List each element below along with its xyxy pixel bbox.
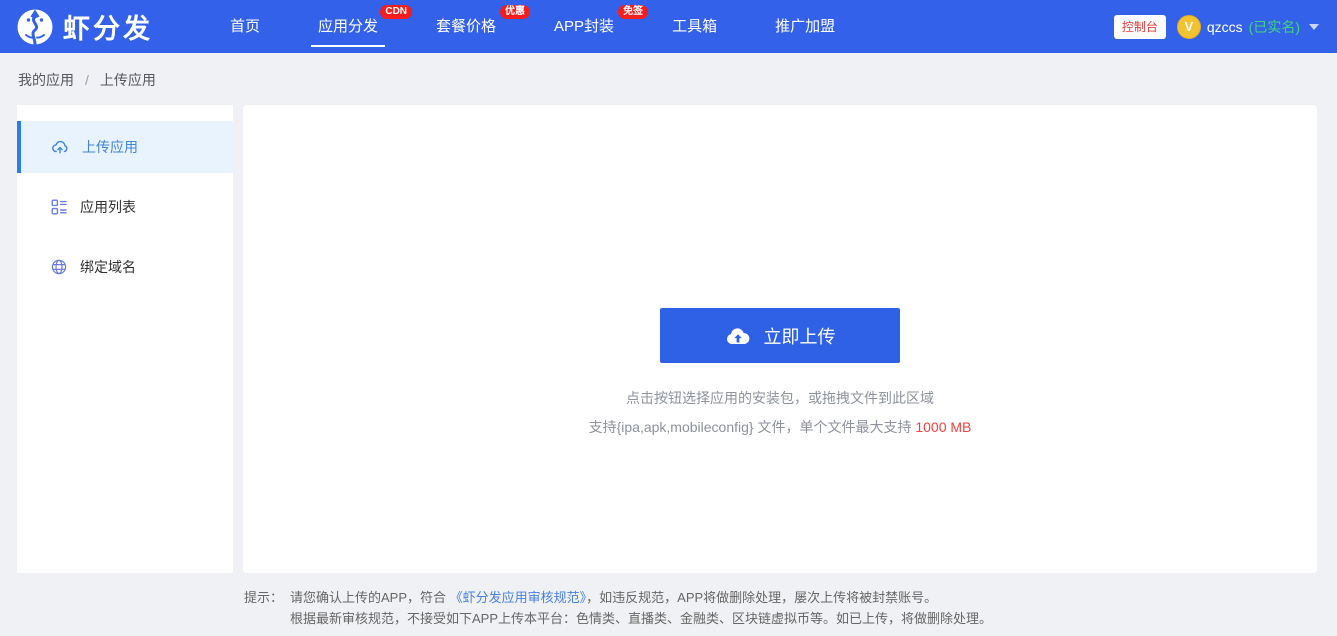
header-right: 控制台 V qzccs (已实名) xyxy=(1114,15,1319,39)
chevron-down-icon xyxy=(1309,24,1319,30)
notice-line2: 根据最新审核规范，不接受如下APP上传本平台：色情类、直播类、金融类、区块链虚拟… xyxy=(290,608,992,629)
breadcrumb-upload-app: 上传应用 xyxy=(100,70,156,90)
globe-icon xyxy=(51,259,67,275)
sidebar: 上传应用 应用列表 绑定域名 xyxy=(17,105,233,573)
shrimp-logo-icon xyxy=(16,8,54,46)
top-navbar: 虾分发 首页 应用分发 CDN 套餐价格 优惠 APP封装 免签 工具箱 推广加… xyxy=(0,0,1337,53)
sidebar-item-label: 应用列表 xyxy=(80,197,136,217)
sidebar-item-app-list[interactable]: 应用列表 xyxy=(17,181,233,233)
console-button[interactable]: 控制台 xyxy=(1114,15,1166,39)
no-sign-badge: 免签 xyxy=(618,5,648,19)
discount-badge: 优惠 xyxy=(500,5,530,19)
upload-dropzone[interactable]: 立即上传 点击按钮选择应用的安装包，或拖拽文件到此区域 支持{ipa,apk,m… xyxy=(243,105,1317,573)
breadcrumb-separator: / xyxy=(85,72,89,88)
username: qzccs xyxy=(1207,19,1243,35)
sidebar-item-bind-domain[interactable]: 绑定域名 xyxy=(17,241,233,293)
user-menu[interactable]: V qzccs (已实名) xyxy=(1177,15,1319,39)
content-area: 上传应用 应用列表 绑定域名 xyxy=(17,105,1317,573)
cloud-upload-solid-icon xyxy=(725,326,751,346)
sidebar-item-label: 上传应用 xyxy=(82,137,138,157)
breadcrumb-my-apps[interactable]: 我的应用 xyxy=(18,70,74,90)
nav-item-app-packaging[interactable]: APP封装 免签 xyxy=(554,0,614,53)
nav-item-toolbox[interactable]: 工具箱 xyxy=(672,0,717,53)
upload-now-button[interactable]: 立即上传 xyxy=(660,308,900,363)
upload-hint-line2: 支持{ipa,apk,mobileconfig} 文件，单个文件最大支持 100… xyxy=(589,417,972,437)
nav-item-home[interactable]: 首页 xyxy=(230,0,260,53)
notice-label: 提示： xyxy=(244,587,283,629)
verified-status: (已实名) xyxy=(1249,17,1300,37)
upload-hint-line1: 点击按钮选择应用的安装包，或拖拽文件到此区域 xyxy=(626,388,934,408)
app-logo[interactable]: 虾分发 xyxy=(16,7,153,46)
nav-item-pricing[interactable]: 套餐价格 优惠 xyxy=(436,0,496,53)
upload-now-label: 立即上传 xyxy=(764,323,836,349)
footer-notice: 提示： 请您确认上传的APP，符合 《虾分发应用审核规范》，如违反规范，APP将… xyxy=(244,587,1337,629)
nav-item-app-distribution[interactable]: 应用分发 CDN xyxy=(318,0,378,53)
breadcrumb: 我的应用 / 上传应用 xyxy=(0,53,1337,105)
sidebar-item-label: 绑定域名 xyxy=(80,257,136,277)
notice-body: 请您确认上传的APP，符合 《虾分发应用审核规范》，如违反规范，APP将做删除处… xyxy=(290,587,992,629)
logo-text: 虾分发 xyxy=(63,7,153,46)
nav-item-promotion[interactable]: 推广加盟 xyxy=(775,0,835,53)
max-size-value: 1000 MB xyxy=(915,419,971,435)
notice-line1: 请您确认上传的APP，符合 《虾分发应用审核规范》，如违反规范，APP将做删除处… xyxy=(290,587,992,608)
review-rules-link[interactable]: 《虾分发应用审核规范》 xyxy=(450,590,587,605)
avatar: V xyxy=(1177,15,1201,39)
main-nav: 首页 应用分发 CDN 套餐价格 优惠 APP封装 免签 工具箱 推广加盟 xyxy=(201,0,864,53)
grid-list-icon xyxy=(51,199,67,215)
cloud-upload-icon xyxy=(51,138,69,156)
cdn-badge: CDN xyxy=(380,5,412,19)
sidebar-item-upload-app[interactable]: 上传应用 xyxy=(17,121,233,173)
